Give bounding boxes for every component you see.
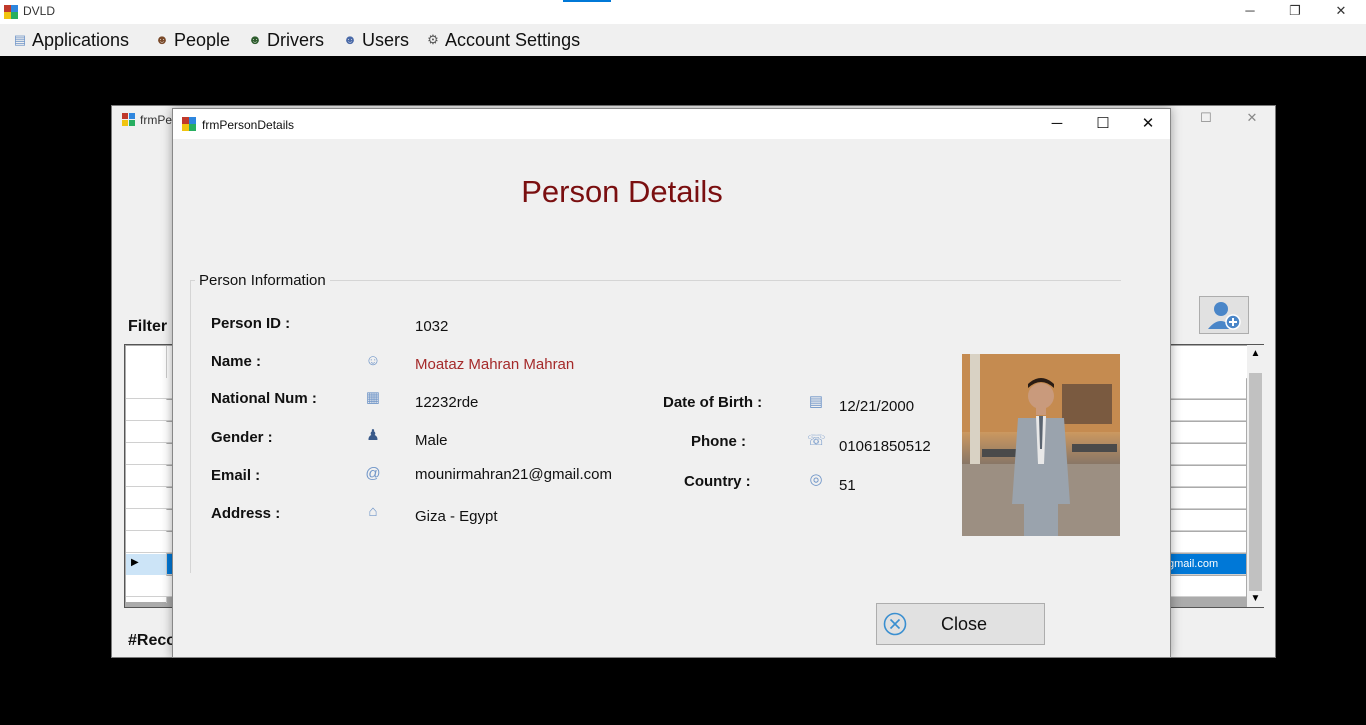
menu-applications[interactable]: ▤ Applications <box>12 24 129 56</box>
people-form-title: frmPe <box>140 113 173 127</box>
name-value: Moataz Mahran Mahran <box>415 356 575 373</box>
main-title-bar: DVLD ─ ❐ ✕ <box>0 0 1366 24</box>
close-button[interactable]: Close <box>876 603 1045 645</box>
row-pointer-icon: ▶ <box>131 557 139 568</box>
menu-users[interactable]: ☻ Users <box>342 24 409 56</box>
users-icon: ☻ <box>343 32 357 47</box>
people-form-close-button[interactable]: ✕ <box>1242 110 1262 130</box>
person-icon: ☺ <box>365 352 381 369</box>
menu-people[interactable]: ☻ People <box>154 24 230 56</box>
dialog-minimize-button[interactable]: ─ <box>1034 109 1080 139</box>
applications-icon: ▤ <box>13 32 27 47</box>
person-details-dialog: frmPersonDetails ─ ☐ ✕ Person Details Pe… <box>172 108 1171 658</box>
id-card-icon: ▦ <box>365 389 381 406</box>
drivers-icon: ☻ <box>248 32 262 47</box>
row-indicator: ▶ <box>126 554 166 575</box>
address-label: Address : <box>211 505 281 522</box>
group-label: Person Information <box>195 272 330 289</box>
person-id-label: Person ID : <box>211 315 291 332</box>
phone-label: Phone : <box>691 433 746 450</box>
email-label: Email : <box>211 467 261 484</box>
gender-icon: ♟ <box>366 427 380 444</box>
dialog-form-icon <box>182 117 196 131</box>
add-person-button[interactable] <box>1199 296 1249 334</box>
phone-icon: ☏ <box>807 432 826 449</box>
form-icon <box>122 113 135 126</box>
email-value: mounirmahran21@gmail.com <box>415 466 612 483</box>
person-id-value: 1032 <box>415 318 449 335</box>
close-circle-icon <box>883 612 907 636</box>
country-value: 51 <box>839 477 856 494</box>
national-num-value: 12232rde <box>415 394 479 411</box>
dialog-title-bar: frmPersonDetails ─ ☐ ✕ <box>173 109 1170 139</box>
grid-scrollbar[interactable]: ▲ ▼ <box>1247 345 1264 607</box>
active-tab-indicator <box>563 0 611 2</box>
records-label: #Reco <box>128 632 177 649</box>
dialog-close-x-button[interactable]: ✕ <box>1125 109 1171 139</box>
filter-label: Filter <box>128 318 168 335</box>
menu-bar: ▤ Applications ☻ People ☻ Drivers ☻ User… <box>0 24 1366 56</box>
email-icon: @ <box>365 465 381 482</box>
person-photo <box>962 354 1120 536</box>
app-title: DVLD <box>23 4 56 18</box>
minimize-button[interactable]: ─ <box>1227 0 1273 24</box>
people-icon: ☻ <box>155 32 169 47</box>
name-label: Name : <box>211 353 262 370</box>
scroll-down-arrow-icon[interactable]: ▼ <box>1247 590 1264 607</box>
scroll-up-arrow-icon[interactable]: ▲ <box>1247 345 1264 362</box>
scroll-thumb[interactable] <box>1249 373 1262 591</box>
person-photo-illustration <box>962 354 1120 536</box>
calendar-icon: ▤ <box>808 393 824 410</box>
add-person-icon <box>1208 302 1241 330</box>
restore-button[interactable]: ❐ <box>1272 0 1318 24</box>
menu-account-settings[interactable]: ⚙ Account Settings <box>425 24 580 56</box>
date-of-birth-label: Date of Birth : <box>663 394 763 411</box>
page-title: Person Details <box>521 174 723 209</box>
close-button-label: Close <box>941 613 988 634</box>
menu-drivers[interactable]: ☻ Drivers <box>247 24 324 56</box>
account-settings-icon: ⚙ <box>427 32 439 47</box>
national-num-label: National Num : <box>211 390 317 407</box>
app-icon <box>4 5 18 19</box>
gender-label: Gender : <box>211 429 273 446</box>
address-value: Giza - Egypt <box>415 508 498 525</box>
globe-icon: ◎ <box>809 471 823 488</box>
date-of-birth-value: 12/21/2000 <box>839 398 915 415</box>
people-form-maximize-button[interactable]: ☐ <box>1196 110 1216 130</box>
gender-value: Male <box>415 432 448 449</box>
phone-value: 01061850512 <box>839 438 931 455</box>
dialog-title: frmPersonDetails <box>202 118 295 132</box>
address-icon: ⌂ <box>368 503 378 520</box>
selected-row-email: gmail.com <box>1168 558 1219 570</box>
close-window-button[interactable]: ✕ <box>1318 0 1364 24</box>
dialog-maximize-button[interactable]: ☐ <box>1080 109 1126 139</box>
country-label: Country : <box>684 473 751 490</box>
